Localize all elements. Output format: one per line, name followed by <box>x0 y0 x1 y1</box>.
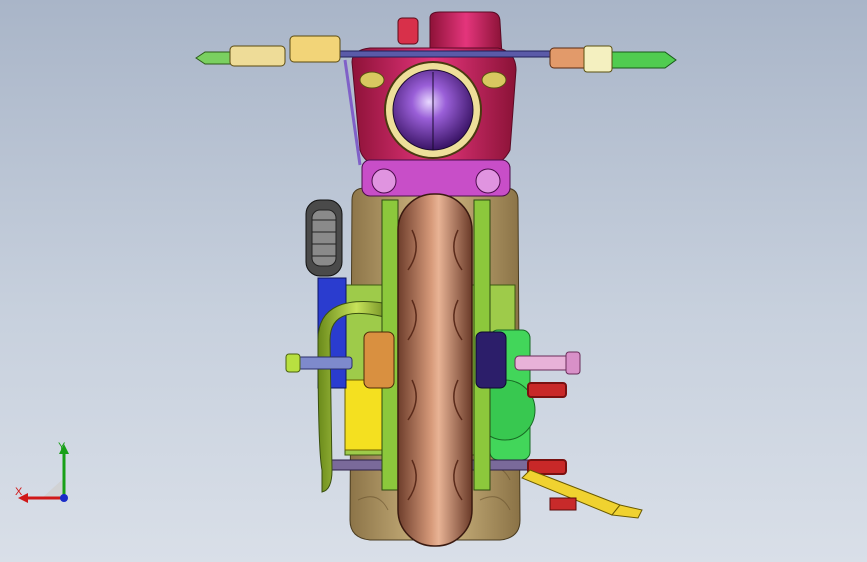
z-axis-dot <box>60 494 68 502</box>
pulley-left <box>305 199 343 277</box>
headlight <box>384 61 482 159</box>
y-axis-label: Y <box>58 441 66 453</box>
cad-viewport[interactable] <box>0 0 867 562</box>
kickstand <box>521 469 643 519</box>
x-axis-label: X <box>15 486 23 498</box>
coordinate-triad: X Y <box>12 440 82 510</box>
brake-caliper-left <box>363 331 395 389</box>
front-tire <box>397 193 473 547</box>
triad-axes <box>18 444 69 503</box>
triple-clamp <box>361 159 511 197</box>
shock-spring-right <box>527 382 567 475</box>
fuel-cap <box>397 17 419 45</box>
brake-caliper-right <box>475 331 507 389</box>
footpeg-left <box>285 353 353 373</box>
